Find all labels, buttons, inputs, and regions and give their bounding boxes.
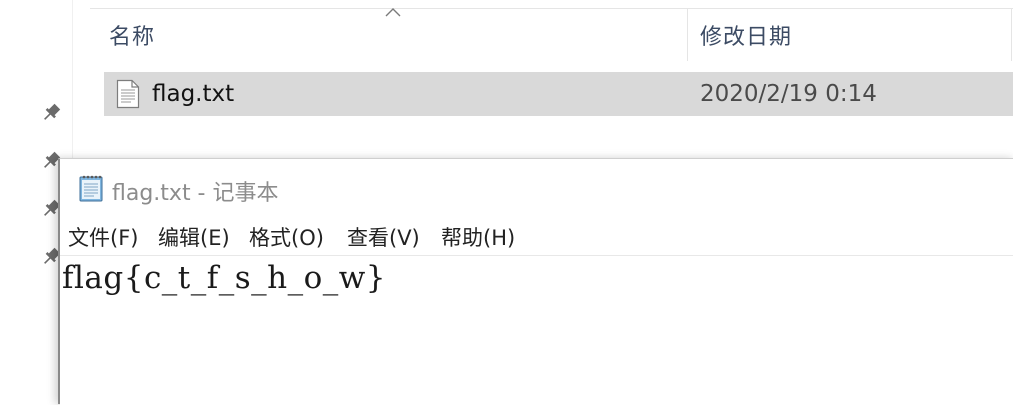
text-file-icon xyxy=(116,79,140,109)
notepad-icon xyxy=(76,173,106,203)
column-divider[interactable] xyxy=(1011,9,1012,61)
window-title: flag.txt - 记事本 xyxy=(112,181,279,206)
column-header-row: 名称 修改日期 xyxy=(90,8,1013,61)
pin-icon[interactable] xyxy=(38,100,64,126)
column-header-name[interactable]: 名称 xyxy=(109,19,155,51)
file-row[interactable]: flag.txt 2020/2/19 0:14 xyxy=(104,72,1013,116)
file-name: flag.txt xyxy=(152,81,235,107)
notepad-window: flag.txt - 记事本 文件(F) 编辑(E) 格式(O) 查看(V) 帮… xyxy=(58,158,1013,405)
menu-format[interactable]: 格式(O) xyxy=(249,222,324,252)
file-modified-date: 2020/2/19 0:14 xyxy=(700,81,877,107)
sort-up-icon xyxy=(384,6,402,18)
title-bar[interactable]: flag.txt - 记事本 xyxy=(60,159,1013,215)
column-header-modified[interactable]: 修改日期 xyxy=(700,19,792,51)
text-editor-area[interactable]: flag{c_t_f_s_h_o_w} xyxy=(60,255,1013,405)
menu-view[interactable]: 查看(V) xyxy=(347,222,420,252)
column-divider[interactable] xyxy=(687,9,688,61)
menu-file[interactable]: 文件(F) xyxy=(68,222,138,252)
menu-bar: 文件(F) 编辑(E) 格式(O) 查看(V) 帮助(H) xyxy=(60,219,1013,255)
menu-edit[interactable]: 编辑(E) xyxy=(158,222,230,252)
document-content: flag{c_t_f_s_h_o_w} xyxy=(62,260,387,296)
menu-help[interactable]: 帮助(H) xyxy=(441,222,515,252)
